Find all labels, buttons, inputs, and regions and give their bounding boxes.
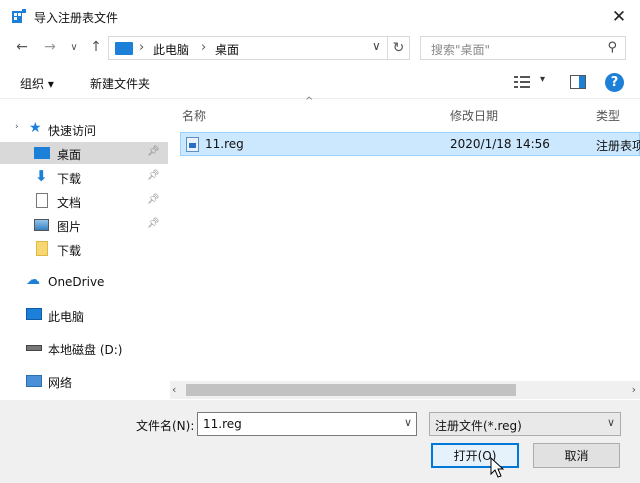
window-title: 导入注册表文件 [34, 11, 119, 25]
file-modified: 2020/1/18 14:56 [450, 137, 550, 151]
sidebar-item-label: 图片 [57, 220, 82, 234]
sidebar-item-network[interactable]: 网络 [0, 370, 168, 392]
chevron-down-icon[interactable]: ∨ [404, 416, 412, 429]
address-bar[interactable]: › 此电脑 › 桌面 ∨ [108, 36, 388, 60]
folder-icon [36, 241, 48, 256]
pin-icon[interactable]: 📌︎ [147, 170, 160, 181]
expand-chevron-icon[interactable]: › [15, 122, 19, 132]
forward-button[interactable]: → [40, 37, 60, 57]
sidebar-item-label: 下载 [57, 172, 82, 186]
cancel-button[interactable]: 取消 [533, 443, 620, 468]
sidebar-item-desktop[interactable]: 桌面 📌︎ [0, 142, 168, 164]
column-header-name[interactable]: 名称 [182, 107, 206, 124]
pin-icon[interactable]: 📌︎ [147, 218, 160, 229]
sidebar-item-pictures[interactable]: 图片 📌︎ [0, 214, 168, 236]
filename-field[interactable]: 11.reg ∨ [197, 412, 417, 436]
navigation-pane: › ★ 快速访问 桌面 📌︎ ⬇ 下载 📌︎ 文档 📌︎ 图片 📌︎ 下载 ☁ … [0, 100, 170, 400]
sidebar-item-documents[interactable]: 文档 📌︎ [0, 190, 168, 212]
mouse-cursor-icon [490, 457, 504, 478]
pin-icon[interactable]: 📌︎ [147, 146, 160, 157]
star-icon: ★ [29, 120, 42, 136]
download-icon: ⬇ [35, 167, 48, 185]
sidebar-item-label: 网络 [48, 376, 73, 390]
refresh-icon: ↻ [392, 40, 405, 56]
reg-file-icon [186, 137, 199, 152]
file-list-pane: ^ 名称 修改日期 类型 11.reg 2020/1/18 14:56 注册表项 [170, 96, 640, 400]
breadcrumb-separator-icon: › [139, 40, 145, 55]
breadcrumb-desktop[interactable]: 桌面 [215, 41, 239, 58]
sidebar-item-onedrive[interactable]: ☁ OneDrive [0, 271, 168, 293]
close-button[interactable]: ✕ [598, 0, 640, 33]
breadcrumb-this-pc[interactable]: 此电脑 [153, 41, 189, 58]
registry-app-icon [12, 9, 26, 23]
horizontal-scrollbar[interactable]: ‹ › [170, 381, 640, 399]
sidebar-item-quick-access[interactable]: › ★ 快速访问 [0, 118, 168, 140]
arrow-right-icon: → [44, 39, 56, 55]
sidebar-item-label: 此电脑 [48, 310, 85, 324]
organize-menu[interactable]: 组织 ▾ [20, 75, 54, 92]
drive-icon [26, 345, 42, 351]
up-button[interactable]: ↑ [86, 37, 106, 57]
computer-icon [115, 42, 133, 55]
filename-value: 11.reg [203, 417, 242, 431]
open-button[interactable]: 打开(O) [431, 443, 519, 468]
sidebar-item-label: OneDrive [48, 275, 105, 289]
sidebar-item-download-folder[interactable]: 下载 [0, 238, 168, 260]
sort-ascending-icon: ^ [305, 96, 314, 107]
search-placeholder: 搜索"桌面" [431, 43, 491, 57]
view-dropdown-icon[interactable]: ▾ [540, 74, 545, 85]
chevron-down-icon[interactable]: ∨ [607, 416, 615, 429]
scroll-left-icon[interactable]: ‹ [172, 383, 176, 396]
arrow-up-icon: ↑ [90, 39, 102, 55]
arrow-left-icon: ← [16, 39, 28, 55]
sidebar-item-label: 下载 [57, 244, 82, 258]
file-name: 11.reg [205, 137, 244, 151]
column-header-date-modified[interactable]: 修改日期 [450, 107, 498, 124]
chevron-down-icon: ∨ [70, 41, 78, 53]
view-options-icon[interactable] [514, 76, 530, 88]
close-icon: ✕ [611, 6, 627, 27]
search-box[interactable]: 搜索"桌面" ⚲ [420, 36, 626, 60]
document-icon [36, 193, 48, 208]
scroll-right-icon[interactable]: › [632, 383, 636, 396]
sidebar-item-local-disk-d[interactable]: 本地磁盘 (D:) [0, 337, 168, 359]
sidebar-item-label: 快速访问 [48, 124, 97, 138]
network-icon [26, 375, 42, 387]
new-folder-button[interactable]: 新建文件夹 [90, 75, 150, 92]
back-button[interactable]: ← [12, 37, 32, 57]
file-row[interactable]: 11.reg 2020/1/18 14:56 注册表项 [180, 132, 640, 156]
column-header-type[interactable]: 类型 [596, 107, 620, 124]
file-type-value: 注册文件(*.reg) [435, 419, 522, 433]
command-toolbar: 组织 ▾ 新建文件夹 ▾ ? [0, 67, 640, 99]
sidebar-item-label: 本地磁盘 (D:) [48, 343, 123, 357]
breadcrumb-separator-icon: › [201, 40, 207, 55]
navigation-bar: ← → ∨ ↑ › 此电脑 › 桌面 ∨ ↻ 搜索"桌面" ⚲ [0, 33, 640, 63]
dialog-footer: 文件名(N): 11.reg ∨ 注册文件(*.reg) ∨ 打开(O) 取消 [0, 400, 640, 483]
address-dropdown-icon[interactable]: ∨ [372, 39, 381, 53]
pin-icon[interactable]: 📌︎ [147, 194, 160, 205]
filename-label: 文件名(N): [136, 419, 195, 433]
picture-icon [34, 219, 49, 231]
sidebar-item-label: 文档 [57, 196, 82, 210]
computer-icon [26, 308, 42, 320]
scrollbar-thumb[interactable] [186, 384, 516, 396]
file-type: 注册表项 [596, 139, 640, 153]
desktop-icon [34, 147, 50, 159]
search-icon: ⚲ [607, 40, 617, 55]
title-bar: 导入注册表文件 ✕ [0, 0, 640, 33]
recent-locations-button[interactable]: ∨ [64, 37, 84, 57]
sidebar-item-this-pc[interactable]: 此电脑 [0, 304, 168, 326]
sidebar-item-downloads[interactable]: ⬇ 下载 📌︎ [0, 166, 168, 188]
help-icon[interactable]: ? [605, 73, 624, 92]
file-type-select[interactable]: 注册文件(*.reg) ∨ [429, 412, 621, 436]
refresh-button[interactable]: ↻ [388, 36, 410, 60]
sidebar-item-label: 桌面 [57, 148, 82, 162]
cloud-icon: ☁ [26, 272, 40, 288]
preview-pane-icon[interactable] [570, 75, 586, 89]
